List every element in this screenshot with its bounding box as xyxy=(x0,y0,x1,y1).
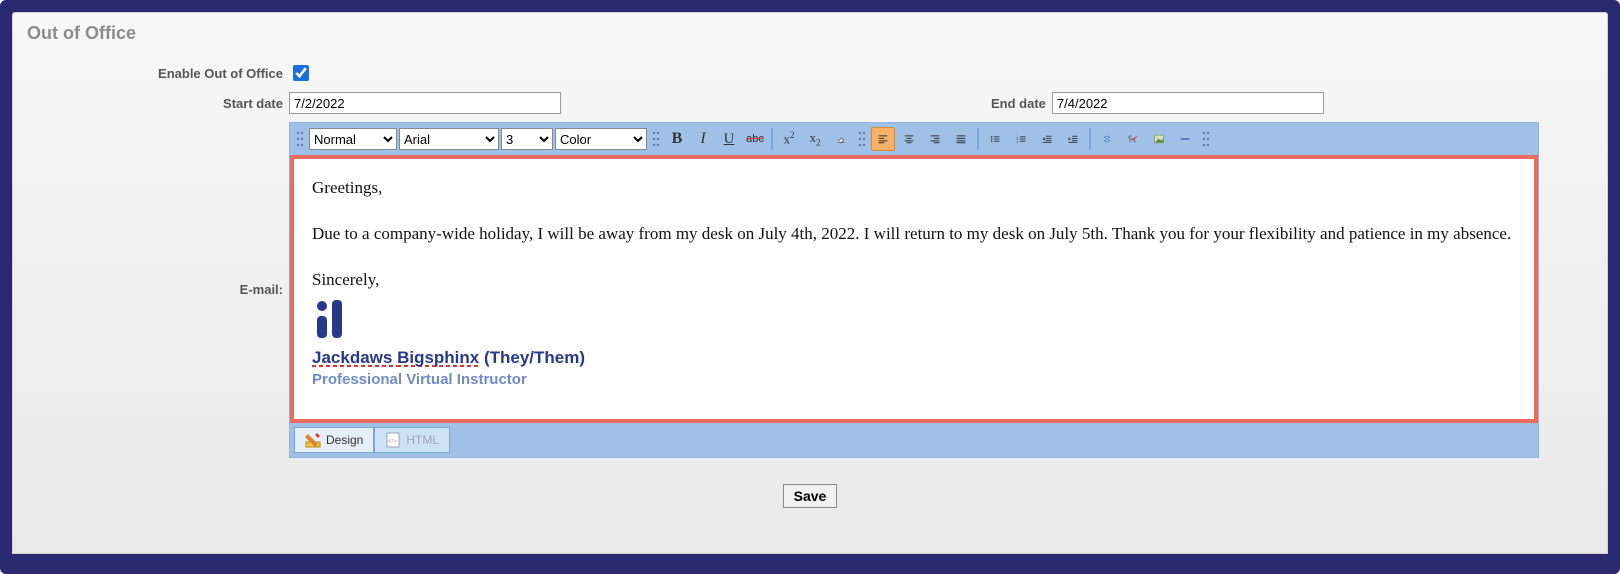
justify-button[interactable] xyxy=(949,127,973,151)
toolbar-grip-icon xyxy=(855,127,869,151)
svg-text:3: 3 xyxy=(1017,140,1019,144)
hr-button[interactable] xyxy=(1173,127,1197,151)
save-row: Save xyxy=(13,484,1607,508)
eraser-button[interactable] xyxy=(829,127,853,151)
toolbar-grip-icon xyxy=(649,127,663,151)
align-left-button[interactable] xyxy=(871,127,895,151)
tab-design-label: Design xyxy=(326,433,363,447)
font-select[interactable]: Arial xyxy=(399,128,499,150)
separator xyxy=(977,128,979,150)
out-of-office-panel: Out of Office Enable Out of Office Start… xyxy=(12,12,1608,554)
start-date-input[interactable] xyxy=(289,92,561,114)
svg-text:</>: </> xyxy=(388,439,397,445)
toolbar-grip-icon xyxy=(293,127,307,151)
body-signoff: Sincerely, xyxy=(312,269,1516,292)
signature-logo-icon xyxy=(312,298,1516,347)
end-date-label: End date xyxy=(991,96,1046,111)
end-date-input[interactable] xyxy=(1052,92,1324,114)
color-select[interactable]: Color xyxy=(555,128,647,150)
tab-html[interactable]: </> HTML xyxy=(374,427,450,453)
signature-title: Professional Virtual Instructor xyxy=(312,370,1516,390)
enable-checkbox[interactable] xyxy=(293,65,309,81)
date-row: Start date End date xyxy=(13,92,1607,114)
signature-name: Jackdaws Bigsphinx (They/Them) xyxy=(312,347,1516,370)
enable-row: Enable Out of Office xyxy=(13,62,1607,84)
numbered-list-button[interactable]: 123 xyxy=(1009,127,1033,151)
body-greeting: Greetings, xyxy=(312,177,1516,200)
image-button[interactable] xyxy=(1147,127,1171,151)
link-button[interactable] xyxy=(1095,127,1119,151)
align-right-button[interactable] xyxy=(923,127,947,151)
align-center-button[interactable] xyxy=(897,127,921,151)
save-button[interactable]: Save xyxy=(783,484,838,508)
unlink-button[interactable] xyxy=(1121,127,1145,151)
start-date-label: Start date xyxy=(13,96,289,111)
rich-text-editor: Normal Arial 3 Color B I U abє x2 x2 xyxy=(289,122,1539,458)
strikethrough-button[interactable]: abє xyxy=(743,127,767,151)
subscript-button[interactable]: x2 xyxy=(803,127,827,151)
html-doc-icon: </> xyxy=(385,432,401,448)
window-frame: Out of Office Enable Out of Office Start… xyxy=(0,0,1620,574)
tab-design[interactable]: Design xyxy=(294,427,374,453)
email-label: E-mail: xyxy=(13,122,289,297)
outdent-button[interactable] xyxy=(1035,127,1059,151)
email-row: E-mail: Normal Arial 3 Color B I U xyxy=(13,122,1607,458)
indent-button[interactable] xyxy=(1061,127,1085,151)
body-paragraph: Due to a company-wide holiday, I will be… xyxy=(312,223,1516,246)
enable-label: Enable Out of Office xyxy=(13,66,289,81)
panel-title: Out of Office xyxy=(13,13,1607,62)
editor-footer-tabs: Design </> HTML xyxy=(290,423,1538,457)
superscript-button[interactable]: x2 xyxy=(777,127,801,151)
format-select[interactable]: Normal xyxy=(309,128,397,150)
editor-content[interactable]: Greetings, Due to a company-wide holiday… xyxy=(290,155,1538,423)
editor-toolbar: Normal Arial 3 Color B I U abє x2 x2 xyxy=(290,123,1538,155)
bullet-list-button[interactable] xyxy=(983,127,1007,151)
size-select[interactable]: 3 xyxy=(501,128,553,150)
pencil-ruler-icon xyxy=(305,432,321,448)
tab-html-label: HTML xyxy=(406,433,439,447)
toolbar-grip-icon xyxy=(1199,127,1213,151)
italic-button[interactable]: I xyxy=(691,127,715,151)
underline-button[interactable]: U xyxy=(717,127,741,151)
separator xyxy=(1089,128,1091,150)
bold-button[interactable]: B xyxy=(665,127,689,151)
separator xyxy=(771,128,773,150)
